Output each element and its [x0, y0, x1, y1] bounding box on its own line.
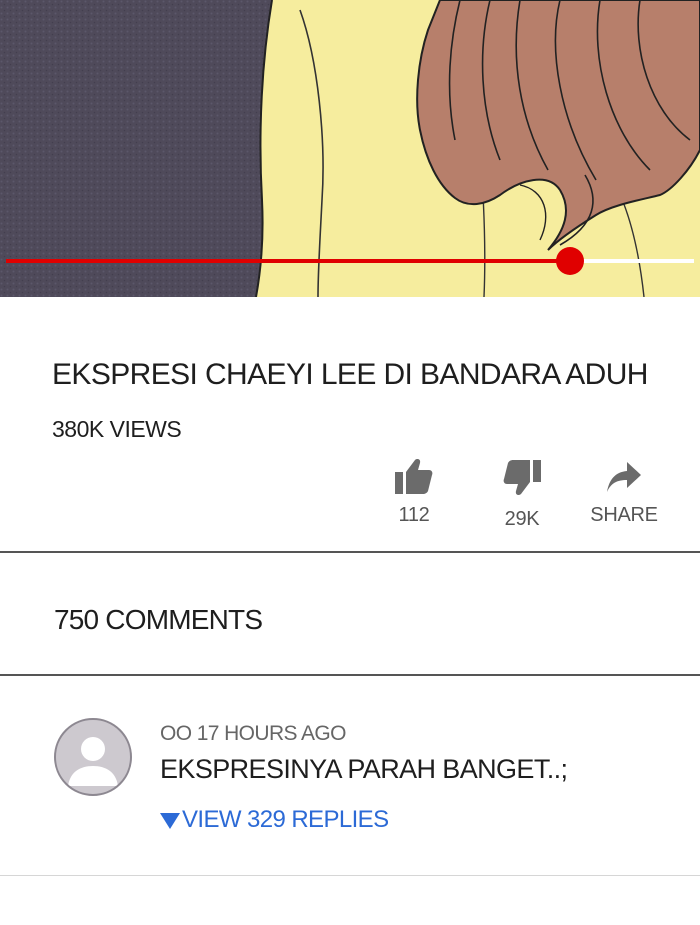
dislike-count: 29K	[504, 508, 540, 530]
video-player[interactable]	[0, 0, 700, 297]
divider	[0, 674, 700, 676]
comment-text: EKSPRESINYA PARAH BANGET..;	[160, 754, 568, 784]
divider	[0, 551, 700, 553]
share-label: SHARE	[590, 504, 658, 526]
default-avatar-icon[interactable]	[54, 718, 132, 796]
divider	[0, 875, 700, 876]
like-button[interactable]: 112	[390, 458, 438, 527]
view-count: 380K VIEWS	[52, 416, 182, 442]
dislike-button[interactable]: 29K	[498, 460, 546, 531]
like-count: 112	[398, 504, 430, 526]
comments-count: 750 COMMENTS	[54, 604, 263, 635]
view-replies-label: VIEW 329 REPLIES	[182, 806, 389, 833]
video-frame-illustration	[0, 0, 700, 297]
thumbs-up-icon	[395, 459, 433, 494]
share-arrow-icon	[607, 462, 641, 492]
comment-author-time: OO 17 HOURS AGO	[160, 722, 346, 745]
avatar-silhouette-icon	[68, 737, 118, 786]
expand-triangle-icon	[160, 813, 180, 829]
progress-played	[6, 259, 570, 263]
video-title: EKSPRESI CHAEYI LEE DI BANDARA ADUH	[52, 358, 648, 391]
view-replies-link[interactable]: VIEW 329 REPLIES	[160, 806, 389, 834]
thumbs-down-icon	[503, 460, 541, 495]
progress-scrubber-handle[interactable]	[556, 247, 584, 275]
share-button[interactable]: SHARE	[588, 462, 660, 527]
